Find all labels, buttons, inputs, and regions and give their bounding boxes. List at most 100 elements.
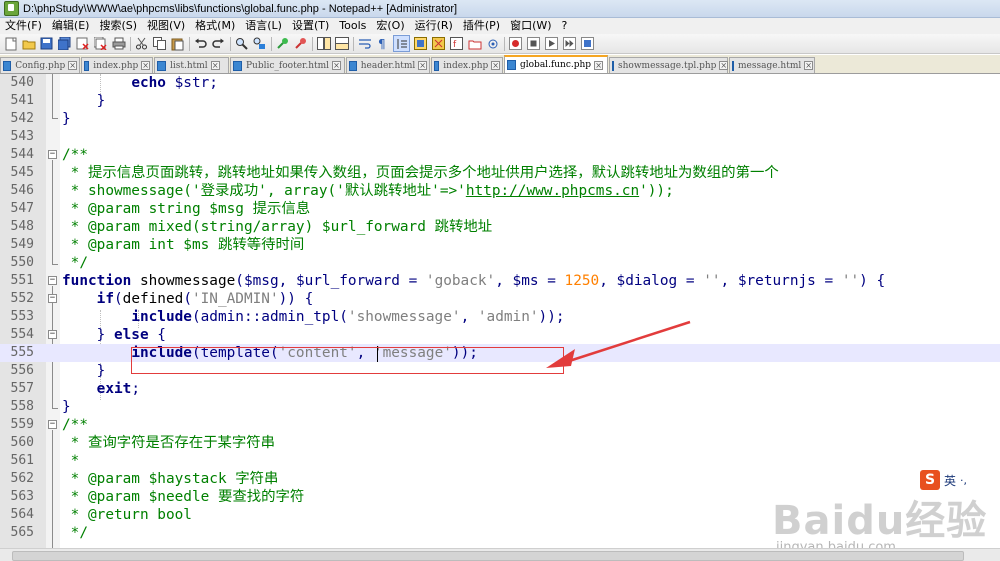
keyword: include xyxy=(131,309,192,325)
menu-macro[interactable]: 宏(O) xyxy=(371,18,409,34)
close-tab-icon[interactable]: × xyxy=(68,61,77,70)
comment-link[interactable]: http://www.phpcms.cn xyxy=(466,183,639,199)
code-line: 546 * showmessage('登录成功', array('默认跳转地址'… xyxy=(0,182,1000,200)
menu-help[interactable]: ? xyxy=(557,18,573,34)
paste-icon[interactable] xyxy=(170,36,185,51)
sync-horizontal-icon[interactable] xyxy=(334,36,349,51)
close-tab-icon[interactable]: × xyxy=(594,60,604,70)
folder-workspace-icon[interactable] xyxy=(467,36,482,51)
zoom-in-icon[interactable] xyxy=(275,36,290,51)
close-tab-icon[interactable]: × xyxy=(332,61,342,70)
file-icon xyxy=(732,60,734,71)
close-tab-icon[interactable]: × xyxy=(141,61,150,70)
zoom-out-icon[interactable] xyxy=(293,36,308,51)
doc-map-icon[interactable] xyxy=(431,36,446,51)
code-token: = xyxy=(538,273,565,289)
indent-guide-icon[interactable] xyxy=(393,35,410,52)
line-number: 547 xyxy=(10,201,34,216)
menu-language[interactable]: 语言(L) xyxy=(240,18,287,34)
replace-icon[interactable] xyxy=(252,36,267,51)
copy-icon[interactable] xyxy=(152,36,167,51)
menu-view[interactable]: 视图(V) xyxy=(142,18,190,34)
toolbar-separator xyxy=(271,36,272,51)
code-text: * @param $haystack 字符串 xyxy=(62,471,279,487)
code-text: * @param int $ms 跳转等待时间 xyxy=(62,237,305,253)
code-line: 552 − if(defined('IN_ADMIN')) { xyxy=(0,290,1000,308)
menu-run[interactable]: 运行(R) xyxy=(410,18,458,34)
fold-toggle-icon[interactable]: − xyxy=(48,294,57,303)
close-all-icon[interactable] xyxy=(93,36,108,51)
code-line: 548 * @param mixed(string/array) $url_fo… xyxy=(0,218,1000,236)
fold-toggle-icon[interactable]: − xyxy=(48,276,57,285)
fold-toggle-icon[interactable]: − xyxy=(48,330,57,339)
cut-icon[interactable] xyxy=(134,36,149,51)
keyword: exit xyxy=(96,381,132,397)
code-token: (admin::admin_tpl( xyxy=(191,309,348,325)
tab-header-html[interactable]: header.html × xyxy=(346,57,430,73)
tab-label: global.func.php xyxy=(520,60,592,70)
tab-public-footer-html[interactable]: Public_footer.html × xyxy=(230,57,345,73)
play-macro-icon[interactable] xyxy=(544,36,559,51)
horizontal-scrollbar[interactable] xyxy=(0,548,1000,561)
run-macro-multiple-icon[interactable] xyxy=(562,36,577,51)
menu-format[interactable]: 格式(M) xyxy=(190,18,240,34)
menu-search[interactable]: 搜索(S) xyxy=(94,18,142,34)
udl-icon[interactable] xyxy=(413,36,428,51)
function-list-icon[interactable]: f xyxy=(449,36,464,51)
close-tab-icon[interactable]: × xyxy=(491,61,500,70)
tab-global-func-php[interactable]: global.func.php × xyxy=(504,55,608,73)
close-tab-icon[interactable]: × xyxy=(804,61,813,70)
show-all-chars-icon[interactable]: ¶ xyxy=(375,36,390,51)
tab-label: index.php xyxy=(93,60,139,71)
code-text: exit; xyxy=(62,380,140,398)
line-number: 550 xyxy=(10,255,34,270)
string: 'showmessage' xyxy=(347,309,461,325)
code-token: ( xyxy=(235,273,244,289)
tab-config-php[interactable]: Config.php × xyxy=(0,57,80,73)
fold-toggle-icon[interactable]: − xyxy=(48,150,57,159)
line-number: 559 xyxy=(10,417,34,432)
close-tab-icon[interactable]: × xyxy=(719,61,729,70)
open-file-icon[interactable] xyxy=(21,36,36,51)
menu-tools[interactable]: Tools xyxy=(334,18,371,34)
record-macro-icon[interactable] xyxy=(508,36,523,51)
tab-index-php-2[interactable]: index.php × xyxy=(431,57,503,73)
stop-macro-icon[interactable] xyxy=(526,36,541,51)
close-file-icon[interactable] xyxy=(75,36,90,51)
find-icon[interactable] xyxy=(234,36,249,51)
code-line: 558 } xyxy=(0,398,1000,416)
tab-index-php[interactable]: index.php × xyxy=(81,57,153,73)
tab-message-html[interactable]: message.html × xyxy=(729,57,815,73)
monitor-icon[interactable] xyxy=(485,36,500,51)
tab-label: index.php xyxy=(443,60,489,71)
save-icon[interactable] xyxy=(39,36,54,51)
code-token: , xyxy=(460,309,478,325)
menu-window[interactable]: 窗口(W) xyxy=(505,18,556,34)
code-token: )); xyxy=(538,309,565,325)
word-wrap-icon[interactable] xyxy=(357,36,372,51)
close-tab-icon[interactable]: × xyxy=(210,61,220,70)
menu-plugins[interactable]: 插件(P) xyxy=(458,18,505,34)
menu-edit[interactable]: 编辑(E) xyxy=(47,18,95,34)
line-number: 542 xyxy=(10,111,34,126)
document-tab-bar: Config.php × index.php × list.html × Public… xyxy=(0,55,1000,74)
print-icon[interactable] xyxy=(111,36,126,51)
close-tab-icon[interactable]: × xyxy=(418,61,427,70)
sync-vertical-icon[interactable] xyxy=(316,36,331,51)
menu-settings[interactable]: 设置(T) xyxy=(287,18,334,34)
save-all-icon[interactable] xyxy=(57,36,72,51)
menu-file[interactable]: 文件(F) xyxy=(0,18,47,34)
code-token: } xyxy=(96,327,114,343)
redo-icon[interactable] xyxy=(211,36,226,51)
tab-list-html[interactable]: list.html × xyxy=(154,57,229,73)
tab-label: header.html xyxy=(360,60,416,71)
file-icon xyxy=(3,60,12,71)
variable: $url_forward xyxy=(295,273,400,289)
toolbar-separator xyxy=(353,36,354,51)
new-file-icon[interactable] xyxy=(3,36,18,51)
save-macro-icon[interactable] xyxy=(580,36,595,51)
tab-showmessage-tpl-php[interactable]: showmessage.tpl.php × xyxy=(609,57,729,73)
undo-icon[interactable] xyxy=(193,36,208,51)
fold-toggle-icon[interactable]: − xyxy=(48,420,57,429)
code-text: */ xyxy=(62,525,88,541)
